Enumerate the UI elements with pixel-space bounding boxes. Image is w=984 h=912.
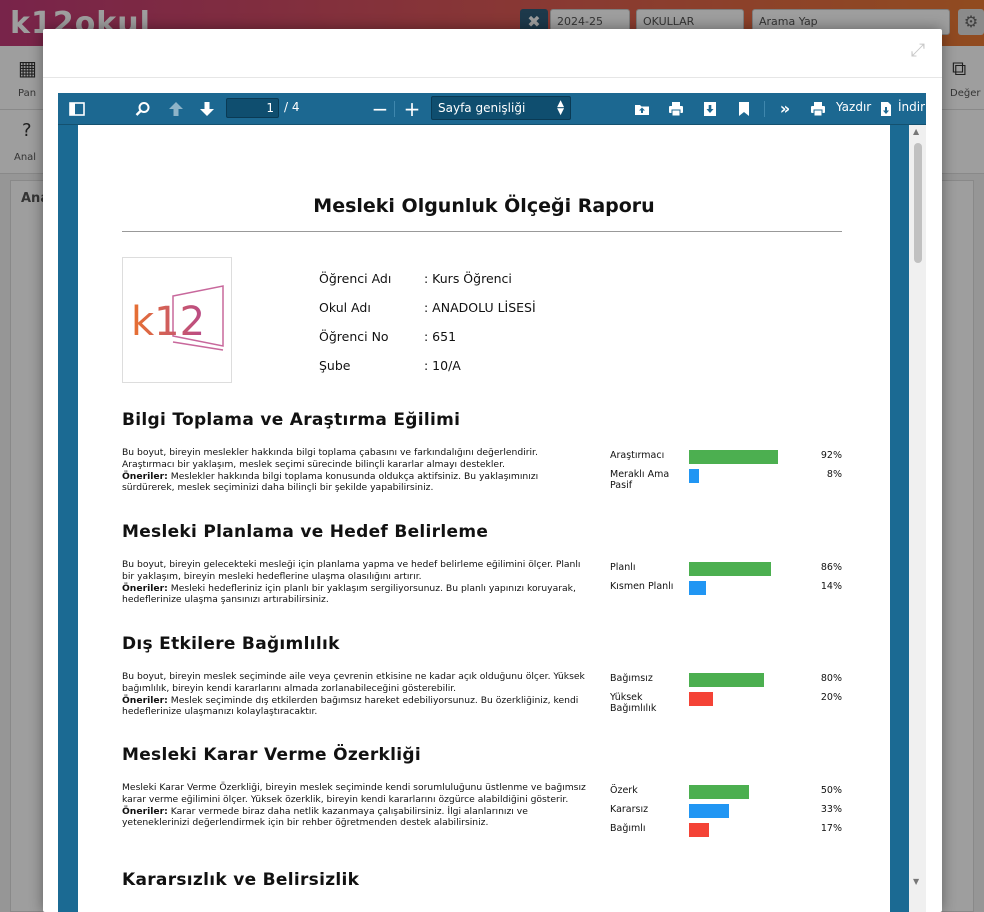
pdf-page: Mesleki Olgunluk Ölçeği Raporu k12 Öğren… (78, 125, 890, 912)
sidebar-toggle-icon[interactable] (66, 99, 88, 119)
section-description: Bu boyut, bireyin gelecekteki mesleği iç… (122, 559, 581, 606)
bookmark-icon[interactable] (733, 99, 755, 119)
print-icon[interactable] (807, 99, 829, 119)
print-icon[interactable] (665, 99, 687, 119)
more-tools-icon[interactable]: » (774, 99, 796, 119)
logo-text: k12 (131, 299, 205, 345)
search-icon[interactable] (132, 99, 154, 119)
bar-fill (689, 562, 771, 576)
print-button[interactable]: Yazdır (836, 100, 871, 114)
scroll-down-icon[interactable]: ▼ (913, 877, 919, 886)
page-number-input[interactable] (226, 98, 279, 118)
section-description: Bu boyut, bireyin meslek seçiminde aile … (122, 671, 585, 718)
expand-icon[interactable]: ⤢ (908, 41, 928, 61)
school-logo: k12 (122, 257, 232, 383)
modal-header: ⤢ (43, 29, 942, 78)
scroll-up-icon[interactable]: ▲ (913, 127, 919, 136)
zoom-in-icon[interactable]: + (401, 99, 423, 119)
bar-fill (689, 804, 729, 818)
bar-row: Kısmen Planlı 14% (610, 581, 842, 603)
section-title: Mesleki Karar Verme Özerkliği (122, 745, 421, 765)
section-title: Kararsızlık ve Belirsizlik (122, 870, 360, 890)
arrow-down-icon[interactable] (196, 99, 218, 119)
bar-fill (689, 785, 749, 799)
section-description: Mesleki Karar Verme Özerkliği, bireyin m… (122, 782, 586, 829)
bar-fill (689, 823, 709, 837)
pdf-content-area[interactable]: Mesleki Olgunluk Ölçeği Raporu k12 Öğren… (58, 125, 926, 912)
bar-fill (689, 692, 713, 706)
page-total: / 4 (284, 100, 300, 114)
select-arrows-icon: ▲ ▼ (557, 99, 564, 117)
save-icon[interactable] (699, 99, 721, 119)
toolbar-separator (394, 101, 395, 117)
bar-fill (689, 469, 699, 483)
report-modal: ⤢ / 4 − + Sayfa genişliği ▲▼ (43, 29, 942, 912)
scroll-thumb[interactable] (914, 143, 922, 263)
arrow-up-icon[interactable] (165, 99, 187, 119)
bar-fill (689, 450, 778, 464)
download-icon[interactable] (875, 99, 897, 119)
bar-row: Bağımlı 17% (610, 823, 842, 845)
bar-row: Yüksek Bağımlılık 20% (610, 692, 842, 714)
vertical-scrollbar[interactable]: ▲ ▼ (909, 125, 926, 912)
report-title: Mesleki Olgunluk Ölçeği Raporu (313, 195, 655, 217)
section-title: Mesleki Planlama ve Hedef Belirleme (122, 522, 489, 542)
section-description: Bu boyut, bireyin meslekler hakkında bil… (122, 447, 539, 494)
download-button[interactable]: İndir (898, 100, 925, 114)
bar-row: Meraklı Ama Pasif 8% (610, 469, 842, 491)
open-file-icon[interactable] (631, 99, 653, 119)
zoom-out-icon[interactable]: − (369, 99, 391, 119)
section-title: Bilgi Toplama ve Araştırma Eğilimi (122, 410, 461, 430)
pdf-viewer: / 4 − + Sayfa genişliği ▲▼ » (58, 93, 926, 912)
pdf-toolbar: / 4 − + Sayfa genişliği ▲▼ » (58, 93, 926, 125)
bar-fill (689, 673, 764, 687)
title-divider (122, 231, 842, 232)
toolbar-separator (764, 101, 765, 117)
bar-fill (689, 581, 706, 595)
zoom-select[interactable]: Sayfa genişliği ▲ ▼ (431, 96, 571, 120)
section-title: Dış Etkilere Bağımlılık (122, 634, 340, 654)
zoom-select-value: Sayfa genişliği (438, 101, 526, 115)
